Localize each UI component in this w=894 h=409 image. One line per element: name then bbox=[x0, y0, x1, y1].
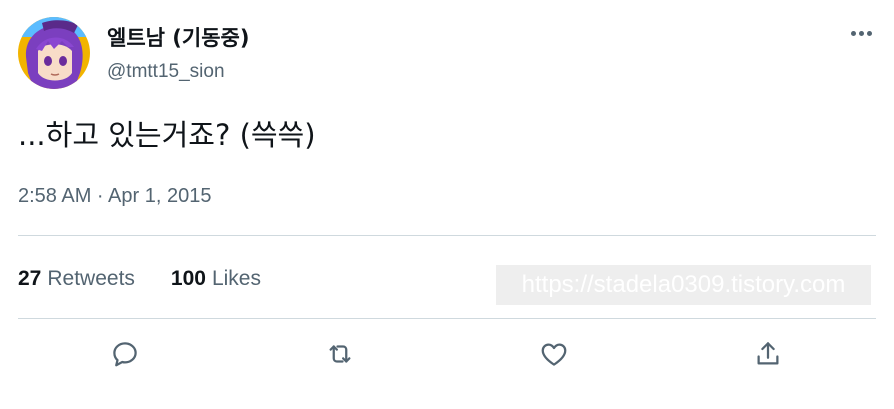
retweet-icon[interactable] bbox=[322, 336, 358, 372]
watermark: https://stadela0309.tistory.com bbox=[496, 265, 871, 305]
user-handle[interactable]: @tmtt15_sion bbox=[107, 59, 225, 85]
share-icon[interactable] bbox=[750, 336, 786, 372]
likes-stat[interactable]: 100 Likes bbox=[171, 267, 261, 291]
more-options-icon[interactable] bbox=[846, 22, 876, 44]
likes-count: 100 bbox=[170, 267, 206, 290]
retweets-count: 27 bbox=[18, 267, 42, 290]
tweet-timestamp[interactable]: 2:58 AM · Apr 1, 2015 bbox=[18, 181, 211, 211]
likes-label: Likes bbox=[211, 267, 261, 290]
retweets-label: Retweets bbox=[47, 267, 135, 290]
reply-icon[interactable] bbox=[107, 336, 143, 372]
tweet-stats: 27 Retweets 100 Likes bbox=[18, 262, 261, 296]
divider bbox=[18, 235, 876, 236]
avatar[interactable] bbox=[18, 17, 90, 89]
tweet-text: ...하고 있는거죠? (쓱쓱) bbox=[18, 118, 316, 152]
divider bbox=[18, 318, 876, 319]
tweet-card: 엘트남 (기동중) @tmtt15_sion ...하고 있는거죠? (쓱쓱) … bbox=[0, 0, 894, 409]
display-name[interactable]: 엘트남 (기동중) bbox=[107, 24, 249, 52]
heart-icon[interactable] bbox=[536, 336, 572, 372]
retweets-stat[interactable]: 27 Retweets bbox=[18, 267, 135, 291]
